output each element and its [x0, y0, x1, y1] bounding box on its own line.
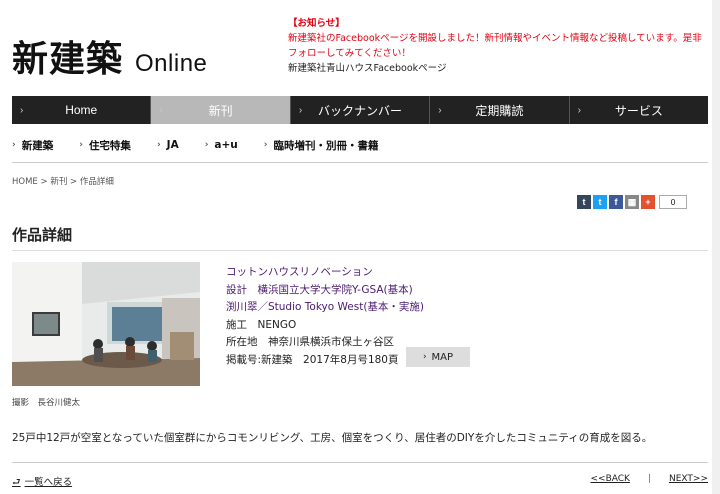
plus-share-icon[interactable]: +	[641, 195, 655, 209]
gnav-label: 新刊	[208, 103, 233, 118]
pager-separator: |	[647, 474, 651, 484]
chevron-right-icon: ›	[298, 104, 303, 116]
snav-au[interactable]: › a+u	[205, 139, 238, 151]
notice-title: 【お知らせ】	[288, 18, 345, 29]
next-link[interactable]: NEXT>>	[669, 474, 708, 484]
scrollbar-track[interactable]	[712, 0, 720, 494]
gnav-label: Home	[65, 103, 98, 117]
photo-credit: 撮影 長谷川健太	[12, 398, 81, 408]
map-button-label: MAP	[431, 351, 454, 363]
facebook-icon[interactable]: f	[609, 195, 623, 209]
chevron-right-icon: ›	[263, 140, 268, 150]
chevron-right-icon: ›	[204, 140, 209, 150]
facebook-page-link[interactable]: 新建築社青山ハウスFacebookページ	[288, 61, 708, 76]
snav-ja[interactable]: › JA	[157, 139, 179, 151]
breadcrumb-current: 作品詳細	[79, 177, 114, 187]
snav-shinkenchiku[interactable]: › 新建築	[12, 138, 53, 153]
work-photo[interactable]	[12, 262, 200, 386]
snav-jutaku-tokushu[interactable]: › 住宅特集	[79, 138, 131, 153]
chevron-right-icon: ›	[159, 104, 163, 116]
chevron-right-icon: ›	[422, 352, 427, 362]
breadcrumb-separator: >	[67, 177, 80, 187]
pager: <<BACK | NEXT>>	[590, 474, 708, 484]
divider	[12, 162, 708, 163]
site-logo[interactable]: 新建築 Online	[12, 30, 207, 82]
breadcrumb-new-issue[interactable]: 新刊	[50, 177, 67, 187]
twitter-icon[interactable]: t	[593, 195, 607, 209]
share-count: 0	[659, 195, 687, 209]
sub-nav: › 新建築 › 住宅特集 › JA › a+u › 臨時増刊・別冊・書籍	[12, 132, 405, 158]
gnav-service[interactable]: › サービス	[569, 96, 709, 124]
gnav-back-numbers[interactable]: › バックナンバー	[290, 96, 431, 124]
breadcrumb-separator: >	[37, 177, 51, 187]
breadcrumb: HOME > 新刊 > 作品詳細	[12, 175, 114, 187]
snav-label: JA	[166, 139, 179, 151]
return-arrow-icon: ⮐	[12, 477, 21, 488]
divider	[12, 250, 708, 251]
gnav-label: 定期購読	[475, 103, 524, 118]
map-button[interactable]: › MAP	[406, 347, 470, 367]
chevron-right-icon: ›	[20, 104, 24, 116]
tumblr-icon[interactable]: t	[577, 195, 591, 209]
design-credit: 設計 横浜国立大学大学院Y-GSA(基本)	[226, 283, 413, 296]
snav-label: 臨時増刊・別冊・書籍	[273, 139, 379, 152]
notice-body: 新建築社のFacebookページを開設しました！新刊情報やイベント情報など投稿し…	[288, 33, 702, 59]
snav-special-books[interactable]: › 臨時増刊・別冊・書籍	[264, 138, 379, 153]
print-icon[interactable]: ▦	[625, 195, 639, 209]
snav-label: 新建築	[21, 139, 54, 152]
work-info: コットンハウスリノベーション 設計 横浜国立大学大学院Y-GSA(基本) 渕川翠…	[226, 264, 424, 369]
work-description: 25戸中12戸が空室となっていた個室群にからコモンリビング、工房、個室をつくり、…	[12, 432, 653, 444]
prev-link[interactable]: <<BACK	[590, 474, 629, 484]
gnav-label: サービス	[614, 103, 663, 118]
share-buttons: t t f ▦ + 0	[577, 195, 687, 209]
location: 所在地 神奈川県横浜市保土ヶ谷区	[226, 336, 394, 348]
site-header: 新建築 Online 【お知らせ】 新建築社のFacebookページを開設しまし…	[0, 0, 720, 96]
gnav-home[interactable]: › Home	[12, 96, 152, 124]
work-title: コットンハウスリノベーション	[226, 266, 373, 278]
global-nav: › Home › 新刊 › バックナンバー › 定期購読 › サービス	[12, 96, 709, 124]
back-to-list-label: 一覧へ戻る	[24, 477, 73, 488]
snav-label: 住宅特集	[88, 139, 131, 152]
design-credit-2: 渕川翠／Studio Tokyo West(基本・実施)	[226, 301, 425, 313]
chevron-right-icon: ›	[156, 140, 161, 150]
chevron-right-icon: ›	[79, 140, 83, 150]
breadcrumb-home[interactable]: HOME	[12, 177, 38, 187]
logo-english: Online	[135, 50, 208, 77]
divider	[12, 462, 708, 463]
chevron-right-icon: ›	[577, 104, 581, 116]
logo-japanese: 新建築	[12, 38, 124, 80]
chevron-right-icon: ›	[12, 140, 16, 150]
chevron-right-icon: ›	[438, 104, 442, 116]
gnav-new-issue[interactable]: › 新刊	[151, 96, 291, 124]
gnav-label: バックナンバー	[318, 103, 403, 118]
gnav-subscription[interactable]: › 定期購読	[430, 96, 570, 124]
notice-box: 【お知らせ】 新建築社のFacebookページを開設しました！新刊情報やイベント…	[288, 16, 708, 76]
page-title: 作品詳細	[12, 226, 73, 244]
construction-credit: 施工 NENGO	[226, 318, 297, 331]
interior-photo-illustration	[12, 262, 200, 386]
snav-label: a+u	[214, 139, 238, 151]
back-to-list-link[interactable]: ⮐ 一覧へ戻る	[12, 474, 72, 491]
publication-info: 掲載号:新建築 2017年8月号180頁	[226, 353, 399, 366]
